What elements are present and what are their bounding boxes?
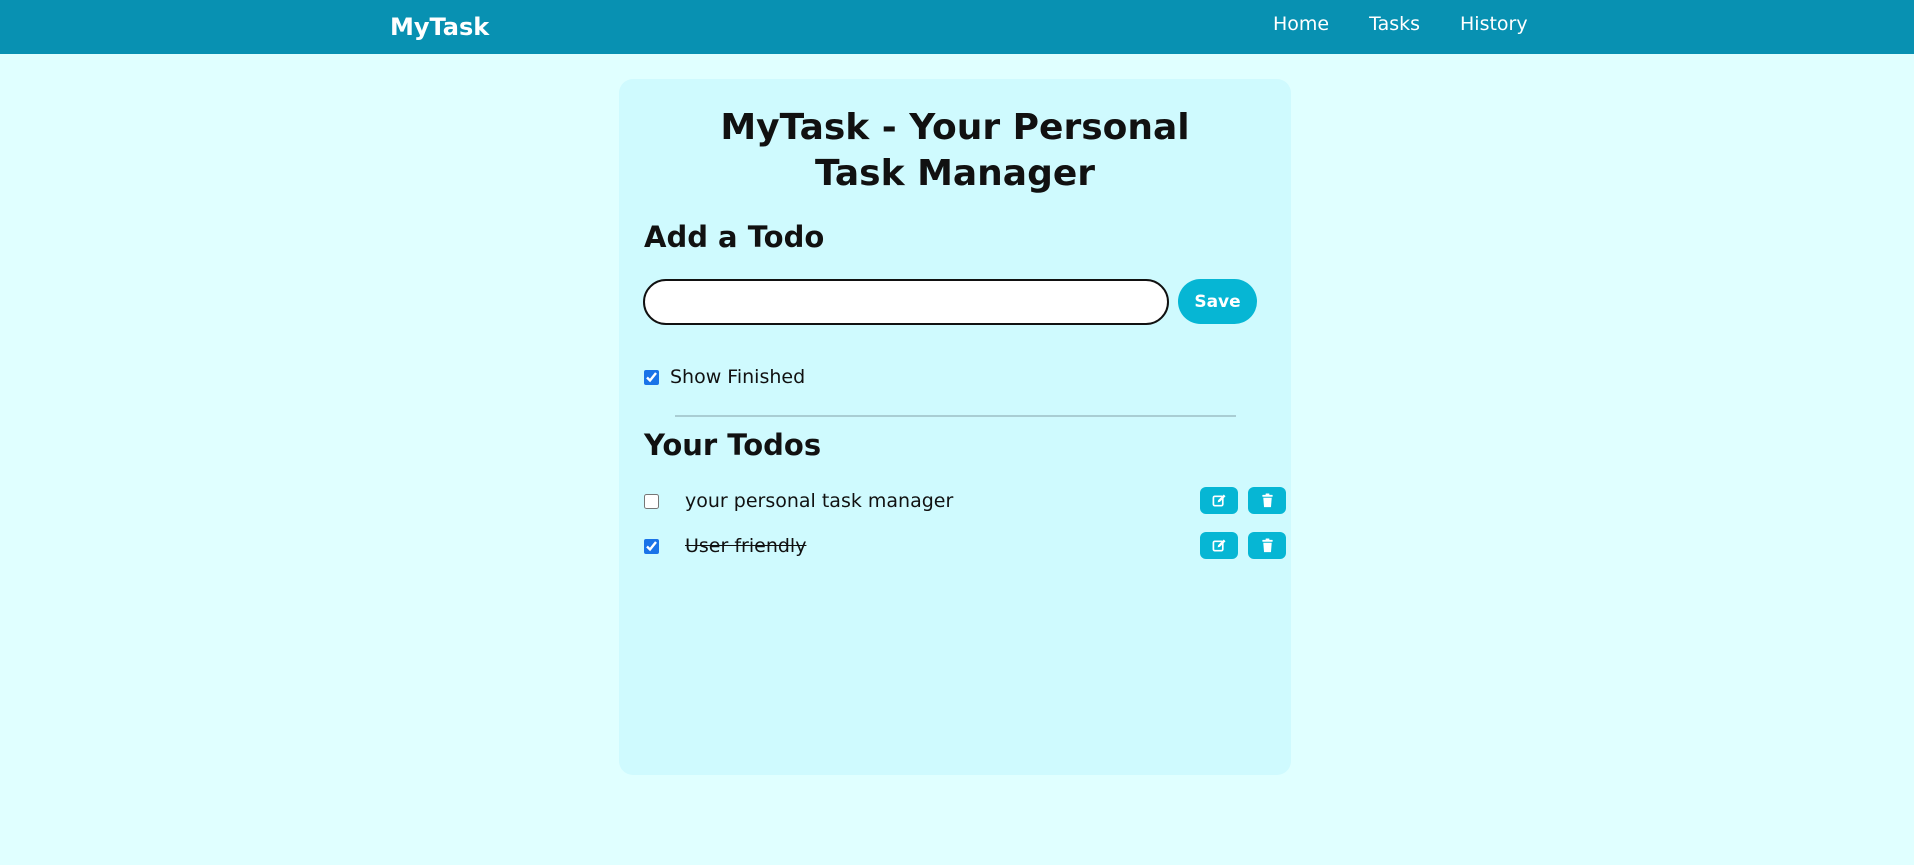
show-finished-label: Show Finished: [670, 366, 806, 388]
todo-item: your personal task manager: [644, 487, 1286, 517]
edit-icon: [1212, 494, 1225, 507]
todo-checkbox[interactable]: [644, 494, 659, 509]
divider: [675, 415, 1236, 417]
todo-input[interactable]: [643, 279, 1169, 325]
add-todo-heading: Add a Todo: [644, 220, 825, 254]
edit-icon: [1212, 539, 1225, 552]
delete-button[interactable]: [1248, 532, 1286, 559]
nav-link-history[interactable]: History: [1460, 13, 1528, 35]
nav-links: Home Tasks History: [1273, 13, 1528, 35]
trash-icon: [1261, 538, 1273, 553]
delete-button[interactable]: [1248, 487, 1286, 514]
save-button[interactable]: Save: [1178, 279, 1257, 324]
task-card: MyTask - Your Personal Task Manager Add …: [619, 79, 1291, 775]
nav-link-tasks[interactable]: Tasks: [1369, 13, 1420, 35]
trash-icon: [1261, 493, 1273, 508]
show-finished-toggle[interactable]: Show Finished: [644, 366, 805, 388]
todo-item: User friendly: [644, 532, 1286, 562]
page-title: MyTask - Your Personal Task Manager: [720, 107, 1190, 194]
navbar: MyTask Home Tasks History: [0, 0, 1914, 54]
todo-text: your personal task manager: [685, 490, 954, 512]
edit-button[interactable]: [1200, 532, 1238, 559]
nav-link-home[interactable]: Home: [1273, 13, 1329, 35]
todo-text: User friendly: [685, 535, 807, 557]
todo-checkbox[interactable]: [644, 539, 659, 554]
edit-button[interactable]: [1200, 487, 1238, 514]
show-finished-checkbox[interactable]: [644, 369, 659, 385]
your-todos-heading: Your Todos: [644, 428, 822, 462]
brand-logo[interactable]: MyTask: [390, 13, 489, 41]
